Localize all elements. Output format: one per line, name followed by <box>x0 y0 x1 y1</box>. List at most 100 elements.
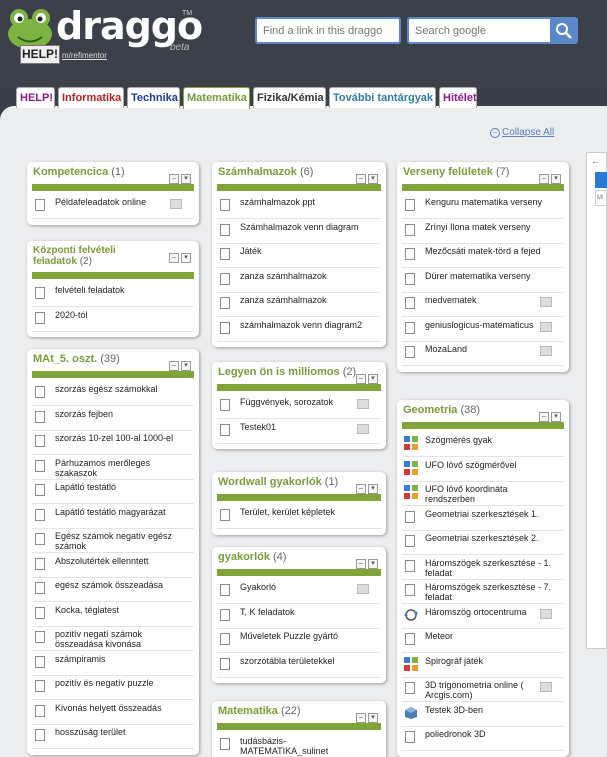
link-item[interactable]: UFO lövő szögmérővel <box>402 457 564 482</box>
widget-title[interactable]: Központi felvételi feladatok (2) <box>33 245 143 267</box>
link-item[interactable]: Példafeleadatok online <box>32 194 194 219</box>
widget-menu-dropdown-icon[interactable]: ▾ <box>368 484 378 494</box>
link-item[interactable]: egész számok összeadása <box>32 577 194 602</box>
link-item[interactable]: Kenguru matematika verseny <box>402 194 564 219</box>
link-item[interactable]: Játék <box>217 243 381 268</box>
widget-menu-dropdown-icon[interactable]: ▾ <box>181 174 191 184</box>
minimize-icon[interactable]: – <box>356 559 366 569</box>
tab-help[interactable]: HELP! <box>16 87 55 108</box>
link-thumbnail-icon[interactable] <box>170 199 182 209</box>
link-item[interactable]: Háromszögek szerkesztése - 1. feladat <box>402 555 564 580</box>
link-item[interactable]: Spirográf játék <box>402 653 564 678</box>
link-item[interactable]: UFO lövő koordináta rendszerben <box>402 481 564 506</box>
link-item[interactable]: felvételi feladatok <box>32 282 194 307</box>
widget-menu-dropdown-icon[interactable]: ▾ <box>368 174 378 184</box>
link-thumbnail-icon[interactable] <box>540 608 552 619</box>
widget-title[interactable]: Verseny felületek (7) <box>403 166 509 178</box>
widget-title[interactable]: Geometria (38) <box>403 404 480 416</box>
link-item[interactable]: hosszúság terület <box>32 724 194 749</box>
link-item[interactable]: Szögmérés gyak <box>402 432 564 457</box>
link-item[interactable]: tudásbázis-MATEMATIKA_sulinet <box>217 733 381 757</box>
collapse-all-link[interactable]: − Collapse All <box>490 127 554 138</box>
widget-matematika[interactable]: Matematika (22) – ▾ tudásbázis-MATEMATIKA_s… <box>212 701 386 757</box>
widget-menu-dropdown-icon[interactable]: ▾ <box>181 361 191 371</box>
widget-kozponti[interactable]: Központi felvételi feladatok (2) – ▾ felvét… <box>27 241 199 337</box>
widget-title[interactable]: Számhalmazok (6) <box>218 166 313 178</box>
link-item[interactable]: Egész számok negatív egész számok <box>32 528 194 553</box>
link-item[interactable]: poliedronok 3D <box>402 726 564 751</box>
minimize-icon[interactable]: – <box>169 361 179 371</box>
widget-kompetencia[interactable]: Kompetencica (1) – ▾ Példafeleadatok online <box>27 162 199 225</box>
link-thumbnail-icon[interactable] <box>540 682 552 692</box>
help-button[interactable]: HELP! <box>20 45 60 64</box>
link-item[interactable]: Műveletek Puzzle gyártó <box>217 628 381 653</box>
link-item[interactable]: szorzás fejben <box>32 406 194 431</box>
minimize-icon[interactable]: – <box>356 374 366 384</box>
widget-menu-dropdown-icon[interactable]: ▾ <box>181 253 191 263</box>
link-thumbnail-icon[interactable] <box>357 399 369 409</box>
widget-verseny[interactable]: Verseny felületek (7) – ▾ Kenguru matematik… <box>397 162 569 372</box>
link-item[interactable]: szorzás 10-zel 100-al 1000-el <box>32 430 194 455</box>
link-thumbnail-icon[interactable] <box>357 584 369 594</box>
link-item[interactable]: 2020-tól <box>32 307 194 332</box>
link-item[interactable]: számhalmazok venn diagram2 <box>217 317 381 342</box>
link-item[interactable]: medvematek <box>402 292 564 317</box>
link-item[interactable]: zanza számhalmazok <box>217 292 381 317</box>
link-item[interactable]: Meteor <box>402 628 564 653</box>
link-item[interactable]: Testek 3D-ben <box>402 702 564 727</box>
widget-title[interactable]: Wordwall gyakorlók (1) <box>218 476 338 488</box>
minimize-icon[interactable]: – <box>539 412 549 422</box>
link-item[interactable]: Mezőcsáti matek-törd a fejed <box>402 243 564 268</box>
link-item[interactable]: 3D trigonometria online ( Arcgis.com) <box>402 677 564 702</box>
link-item[interactable]: Geometriai szerkesztések 1. <box>402 506 564 531</box>
widget-menu-dropdown-icon[interactable]: ▾ <box>551 412 561 422</box>
tab-technika[interactable]: Technika <box>127 87 180 108</box>
widget-title[interactable]: Legyen ön is milliomos (2) <box>218 366 356 378</box>
widget-menu-dropdown-icon[interactable]: ▾ <box>551 174 561 184</box>
link-item[interactable]: T, K feladatok <box>217 604 381 629</box>
link-item[interactable]: Lapátló testátló magyarázat <box>32 504 194 529</box>
tab-tovabbi-tantargyak[interactable]: További tantárgyak <box>329 87 436 108</box>
tab-matematika[interactable]: Matematika <box>183 87 250 109</box>
link-thumbnail-icon[interactable] <box>357 423 369 434</box>
link-item[interactable]: Függvények, sorozatok <box>217 394 381 419</box>
link-item[interactable]: Számhalmazok venn diagram <box>217 219 381 244</box>
link-item[interactable]: számpiramis <box>32 651 194 676</box>
side-panel-peek[interactable]: ← Mi <box>586 152 607 649</box>
link-item[interactable]: MozaLand <box>402 341 564 366</box>
link-item[interactable]: Dürer matematika verseny <box>402 268 564 293</box>
tab-fizika-kemia[interactable]: Fizika/Kémia <box>253 87 326 108</box>
find-link-input[interactable] <box>255 17 401 44</box>
widget-title[interactable]: MAt_5. oszt. (39) <box>33 353 120 365</box>
link-item[interactable]: Lapátló testátló <box>32 479 194 504</box>
link-item[interactable]: pozitív negatí számok összeadása kivonás… <box>32 626 194 651</box>
link-item[interactable]: Háromszög ortocentruma <box>402 604 564 629</box>
search-button[interactable] <box>550 17 578 44</box>
link-thumbnail-icon[interactable] <box>540 321 552 332</box>
user-profile-link[interactable]: m/refimentor <box>62 51 107 60</box>
minimize-icon[interactable]: – <box>356 174 366 184</box>
widget-wordwall[interactable]: Wordwall gyakorlók (1) – ▾ Terület, kerület… <box>212 472 386 535</box>
link-item[interactable]: Háromszögek szerkesztése - 7. feladat <box>402 579 564 604</box>
link-item[interactable]: Abszolutérték ellenntett <box>32 553 194 578</box>
tab-hitelet[interactable]: Hitélet <box>439 87 477 108</box>
link-thumbnail-icon[interactable] <box>540 297 552 307</box>
link-item[interactable]: számhalmazok ppt <box>217 194 381 219</box>
google-search-input[interactable] <box>407 17 551 44</box>
widget-szamhalmazok[interactable]: Számhalmazok (6) – ▾ számhalmazok ppt Számha… <box>212 162 386 347</box>
link-item[interactable]: Párhuzamos merőleges szakaszok <box>32 455 194 480</box>
widget-menu-dropdown-icon[interactable]: ▾ <box>368 713 378 723</box>
widget-mat5[interactable]: MAt_5. oszt. (39) – ▾ szorzás egész számokk… <box>27 349 199 755</box>
minimize-icon[interactable]: – <box>169 174 179 184</box>
widget-geometria[interactable]: Geometria (38) – ▾ Szögmérés gyak UFO lövő s… <box>397 400 569 757</box>
widget-gyakorlok[interactable]: gyakorlók (4) – ▾ Gyakorló T, K feladatok Műv… <box>212 547 386 683</box>
widget-title[interactable]: Matematika (22) <box>218 705 301 717</box>
link-item[interactable]: Gyakorló <box>217 579 381 604</box>
link-item[interactable]: Kivonás helyett összeadás <box>32 700 194 725</box>
link-item[interactable]: szorzás egész számokkal <box>32 381 194 406</box>
link-item[interactable]: geniuslogicus-matematicus <box>402 317 564 342</box>
minimize-icon[interactable]: – <box>539 174 549 184</box>
link-thumbnail-icon[interactable] <box>540 346 552 356</box>
link-item[interactable]: szorzótábla területekkel <box>217 653 381 678</box>
widget-menu-dropdown-icon[interactable]: ▾ <box>368 559 378 569</box>
